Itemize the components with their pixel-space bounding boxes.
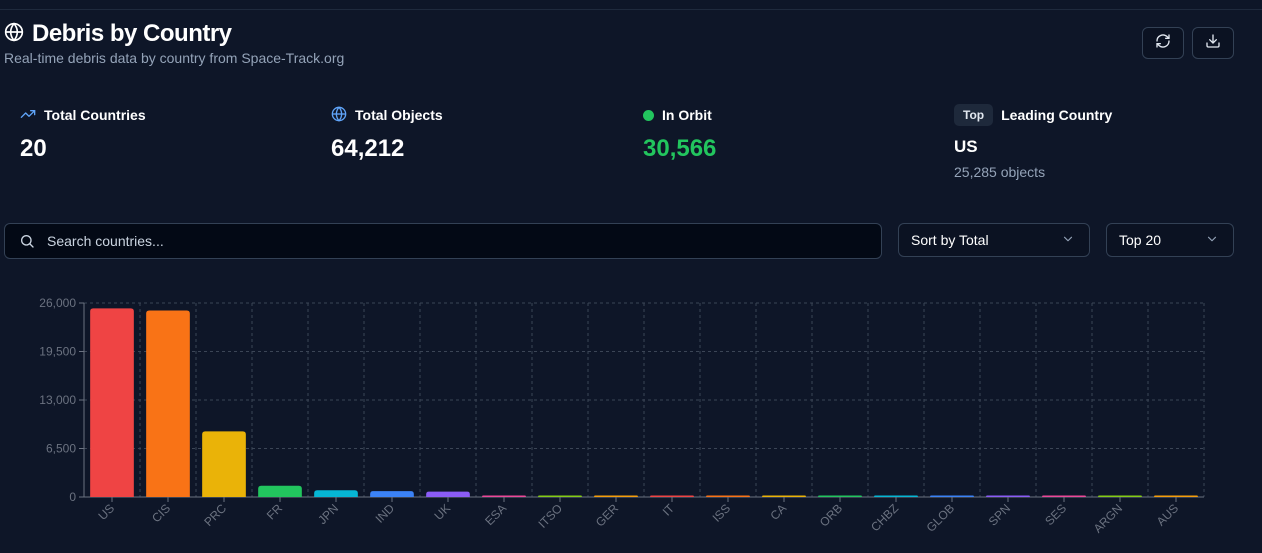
x-tick-label: IND <box>373 501 398 526</box>
stat-label: Total Objects <box>355 107 443 123</box>
download-icon <box>1205 33 1221 54</box>
stat-leading-country: Top Leading Country US 25,285 objects <box>954 104 1113 180</box>
x-tick-label: ISS <box>710 501 734 525</box>
bar-orb <box>818 495 862 497</box>
status-dot <box>643 109 654 121</box>
top-badge: Top <box>954 104 994 126</box>
sort-select[interactable]: Sort by Total <box>898 223 1090 257</box>
stat-total-objects: Total Objects 64,212 <box>331 105 443 163</box>
stat-label: Leading Country <box>1001 107 1113 123</box>
x-tick-label: FR <box>264 501 285 522</box>
bar-aus <box>1154 495 1198 497</box>
y-tick-label: 26,000 <box>39 296 76 310</box>
download-button[interactable] <box>1192 27 1234 59</box>
bar-cis <box>146 310 190 497</box>
search-icon <box>19 233 35 249</box>
x-tick-label: ITSO <box>535 501 565 531</box>
search-input[interactable]: Search countries... <box>4 223 882 259</box>
x-tick-label: ESA <box>482 501 509 528</box>
bar-spn <box>986 495 1030 497</box>
x-tick-label: ARGN <box>1091 501 1125 535</box>
x-tick-label: GLOB <box>924 501 957 534</box>
y-tick-label: 13,000 <box>39 393 76 407</box>
bar-it <box>650 495 694 497</box>
bar-glob <box>930 495 974 497</box>
bar-esa <box>482 495 526 497</box>
x-tick-label: IT <box>660 501 678 519</box>
bar-fr <box>258 485 302 497</box>
stat-label: In Orbit <box>662 107 712 123</box>
y-tick-label: 19,500 <box>39 345 76 359</box>
bar-ca <box>762 495 806 497</box>
bar-argn <box>1098 495 1142 497</box>
y-tick-label: 0 <box>69 490 76 504</box>
x-tick-label: AUS <box>1154 501 1181 528</box>
x-tick-label: JPN <box>315 501 341 527</box>
bar-itso <box>538 495 582 497</box>
x-tick-label: CIS <box>149 501 173 525</box>
bar-ses <box>1042 495 1086 497</box>
x-tick-label: CA <box>767 501 789 523</box>
page-header: Debris by Country Real-time debris data … <box>4 20 344 66</box>
x-tick-label: PRC <box>201 501 229 529</box>
debris-bar-chart: 26,000 19,500 13,000 6,500 0 US CIS PRC FR JPN IND… <box>39 296 1205 536</box>
x-tick-label: US <box>95 501 117 523</box>
stat-value: 20 <box>20 135 47 162</box>
leading-country-name: US <box>954 137 978 156</box>
chevron-down-icon <box>1205 232 1219 249</box>
stat-value: 30,566 <box>643 135 717 162</box>
bar-iss <box>706 495 750 497</box>
globe-icon <box>331 105 347 125</box>
stat-label: Total Countries <box>44 107 146 123</box>
bar-ind <box>370 491 414 497</box>
page-title: Debris by Country <box>32 20 232 47</box>
x-tick-label: UK <box>431 501 453 523</box>
refresh-button[interactable] <box>1142 27 1184 59</box>
trending-up-icon <box>20 106 36 125</box>
stat-value: 64,212 <box>331 135 405 162</box>
limit-select[interactable]: Top 20 <box>1106 223 1234 257</box>
globe-icon <box>4 21 24 47</box>
bar-ger <box>594 495 638 497</box>
x-tick-label: ORB <box>817 501 845 529</box>
search-placeholder: Search countries... <box>47 233 164 249</box>
y-tick-label: 6,500 <box>46 442 76 456</box>
stat-total-countries: Total Countries 20 <box>20 105 146 163</box>
chevron-down-icon <box>1061 232 1075 249</box>
top-border <box>0 9 1262 10</box>
bar-prc <box>202 431 246 497</box>
sort-select-value: Sort by Total <box>911 232 989 248</box>
bar-jpn <box>314 490 358 497</box>
refresh-icon <box>1155 33 1171 54</box>
x-tick-label: CHBZ <box>868 501 901 534</box>
bar-chbz <box>874 495 918 497</box>
page-subtitle: Real-time debris data by country from Sp… <box>4 50 345 66</box>
bar-uk <box>426 491 470 497</box>
limit-select-value: Top 20 <box>1119 232 1162 248</box>
x-tick-label: SES <box>1042 501 1069 528</box>
x-tick-label: SPN <box>986 501 1013 528</box>
x-tick-label: GER <box>593 501 622 530</box>
stat-in-orbit: In Orbit 30,566 <box>643 105 716 163</box>
leading-country-objects: 25,285 objects <box>954 164 1046 180</box>
bar-us <box>90 308 134 497</box>
